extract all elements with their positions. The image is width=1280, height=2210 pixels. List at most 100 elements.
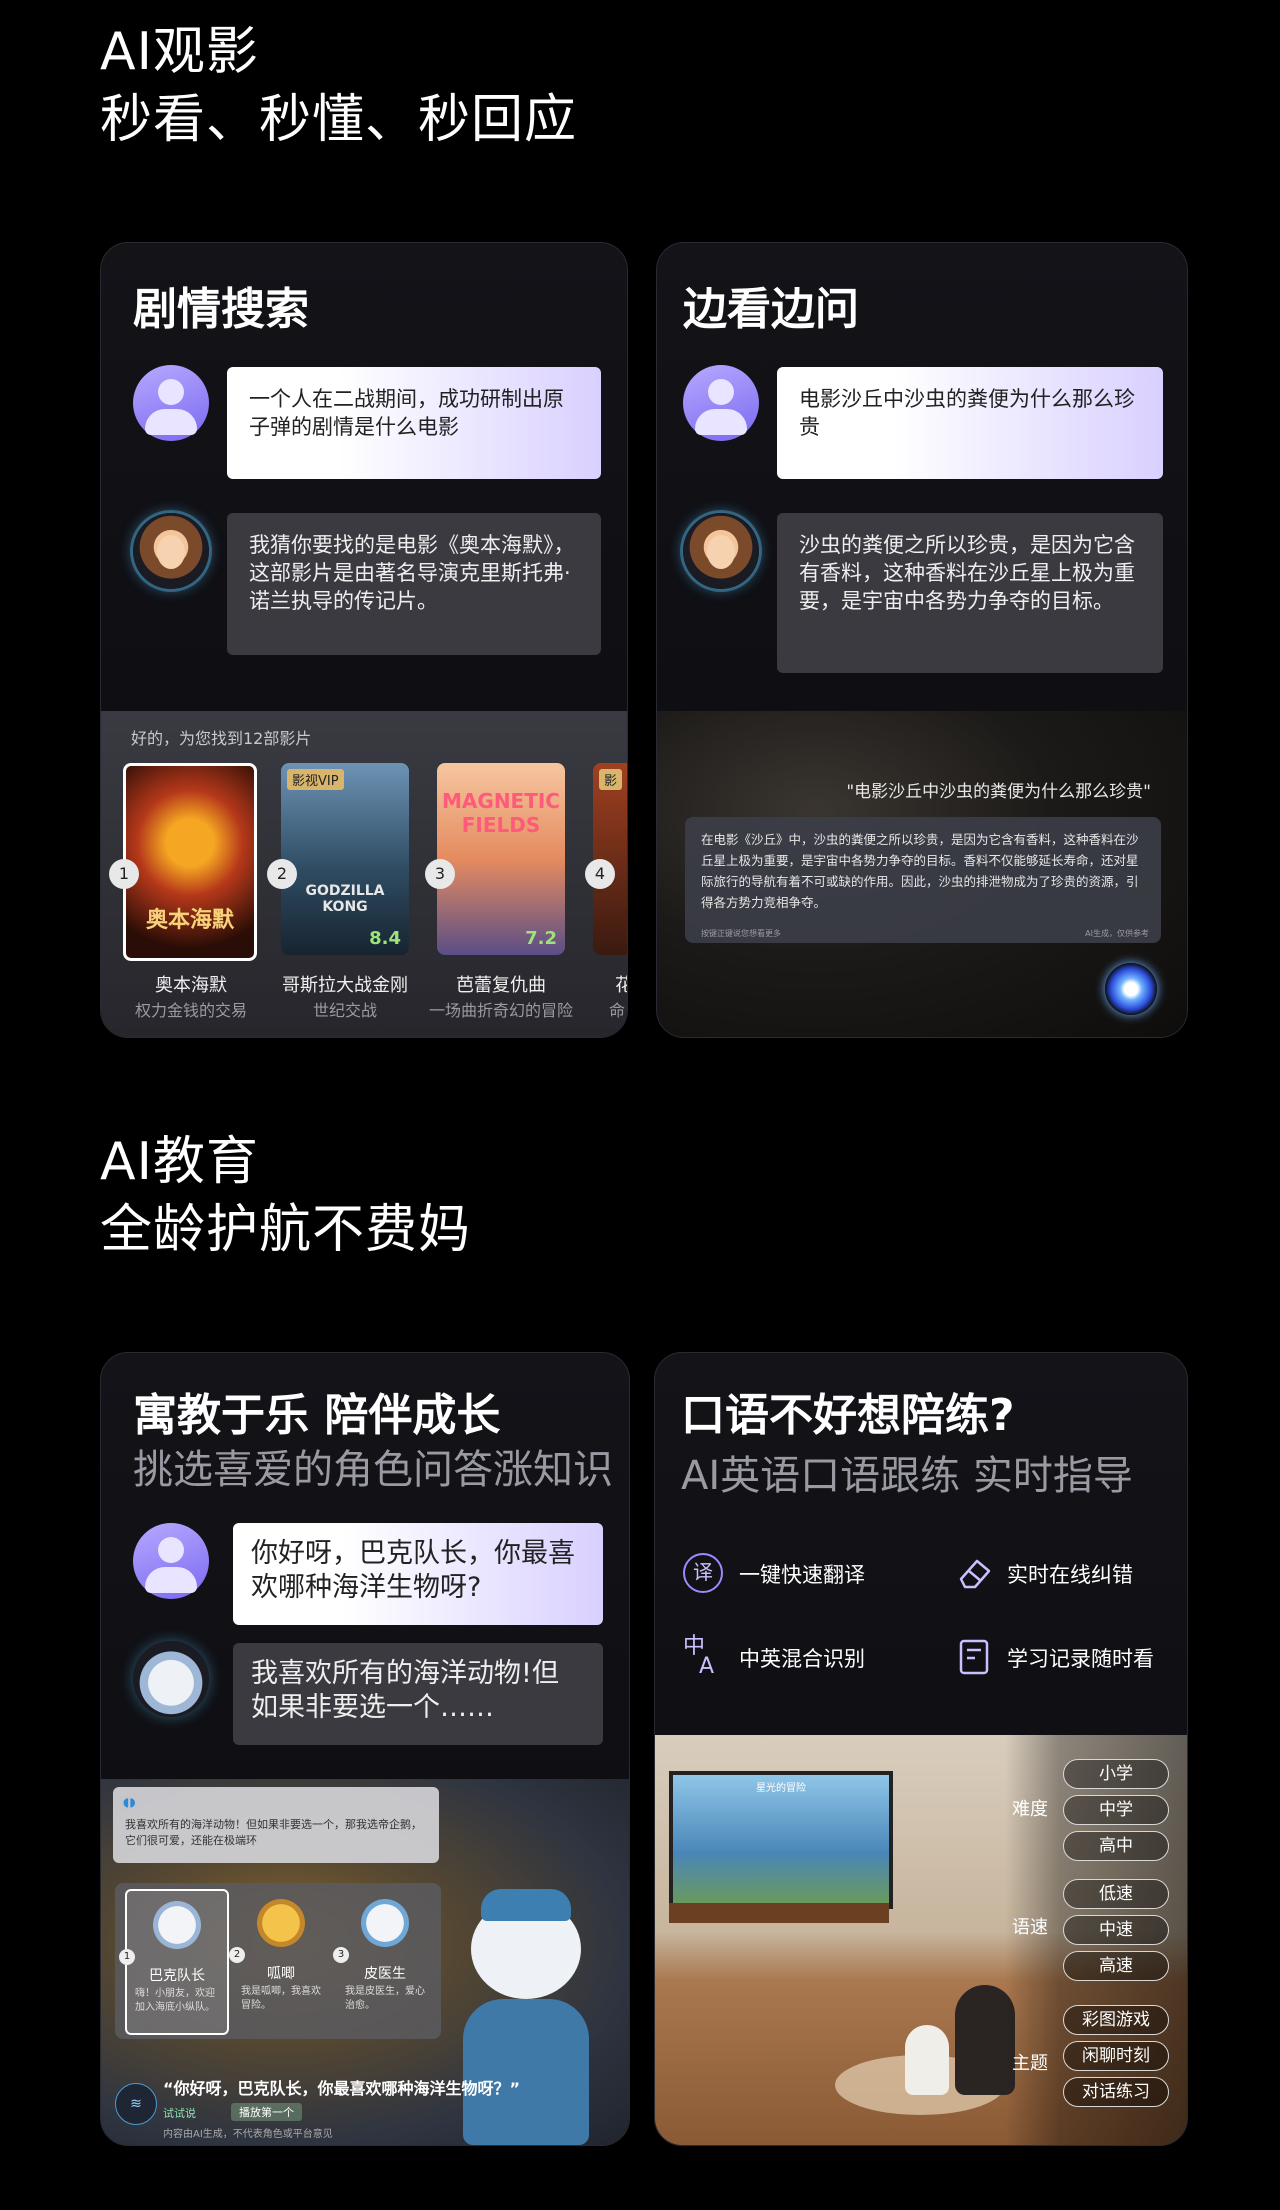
movie-scene-panel: "电影沙丘中沙虫的粪便为什么那么珍贵" 在电影《沙丘》中，沙虫的粪便之所以珍贵，… [657, 711, 1187, 1037]
section-title-line1: AI教育 [100, 1132, 259, 1192]
section-title-ai-education: AI教育 全龄护航不费妈 [100, 1128, 471, 1264]
poster-title-text: MAGNETIC FIELDS [442, 789, 560, 837]
character-avatar [133, 1641, 209, 1717]
user-avatar [133, 365, 209, 441]
ai-avatar [133, 513, 209, 589]
character-option-3[interactable]: 3 皮医生 我是皮医生，爱心治愈。 [333, 1889, 433, 2031]
speed-option-low[interactable]: 低速 [1063, 1879, 1169, 1909]
ai-message-bubble: 我猜你要找的是电影《奥本海默》，这部影片是由著名导演克里斯托弗·诺兰执导的传记片… [227, 513, 601, 655]
ask-while-watching-card: 边看边问 电影沙丘中沙虫的粪便为什么那么珍贵 沙虫的粪便之所以珍贵，是因为它含有… [656, 242, 1188, 1038]
character-number: 1 [119, 1949, 135, 1965]
character-desc: 嗨！小朋友，欢迎加入海底小纵队。 [135, 1988, 215, 2013]
movie-score: 8.4 [369, 928, 401, 949]
theme-option-picture-game[interactable]: 彩图游戏 [1063, 2005, 1169, 2035]
card-subtitle: AI英语口语跟练 实时指导 [681, 1453, 1133, 1499]
ai-message-bubble: 沙虫的粪便之所以珍贵，是因为它含有香料，这种香料在沙丘星上极为重要，是宇宙中各势… [777, 513, 1163, 673]
assistant-orb-icon[interactable] [1105, 963, 1157, 1015]
movie-title: 花 [615, 971, 627, 997]
theme-option-dialogue[interactable]: 对话练习 [1063, 2077, 1169, 2107]
overlay-answer-text: 在电影《沙丘》中，沙虫的粪便之所以珍贵，是因为它含有香料，这种香料在沙丘星上极为… [701, 832, 1139, 910]
movie-subtitle: 一场曲折奇幻的冒险 [428, 1001, 573, 1020]
character-option-2[interactable]: 2 呱唧 我是呱唧，我喜欢冒险。 [229, 1889, 329, 2031]
character-desc: 我是皮医生，爱心治愈。 [345, 1986, 425, 2011]
user-avatar [683, 365, 759, 441]
character-option-1[interactable]: 1 巴克队长 嗨！小朋友，欢迎加入海底小纵队。 [119, 1889, 229, 2035]
try-chip[interactable]: 播放第一个 [231, 2103, 302, 2121]
overlay-query: "电影沙丘中沙虫的粪便为什么那么珍贵" [846, 782, 1151, 802]
card-title: 口语不好想陪练? [681, 1390, 1015, 1441]
difficulty-option-high[interactable]: 高中 [1063, 1831, 1169, 1861]
card-title: 边看边问 [683, 284, 859, 335]
search-result-panel: 好的，为您找到12部影片 奥本海默 1 奥本海默 权力金钱的交易 影视VIP G… [101, 711, 627, 1037]
movie-poster-2[interactable]: 影视VIP GODZILLA KONG 8.4 [281, 763, 409, 955]
character-face [361, 1899, 409, 1947]
movie-title: 奥本海默 [155, 975, 227, 996]
movie-score: 7.2 [525, 928, 557, 949]
caption-text: “你好呀，巴克队长，你最喜欢哪种海洋生物呀？” [163, 2079, 521, 2098]
feature-label: 实时在线纠错 [1007, 1563, 1133, 1587]
ai-message-bubble: 我喜欢所有的海洋动物!但如果非要选一个…… [233, 1643, 603, 1745]
popup-text: 我喜欢所有的海洋动物！但如果非要选一个，那我选帝企鹅，它们很可爱，还能在极端环 [125, 1818, 422, 1847]
user-message-bubble: 一个人在二战期间，成功研制出原子弹的剧情是什么电影 [227, 367, 601, 479]
movie-subtitle: 命 [609, 1001, 626, 1020]
ai-avatar [683, 513, 759, 589]
poster-title-text: 奥本海默 [145, 908, 234, 933]
result-header: 好的，为您找到12部影片 [131, 729, 312, 748]
feature-label: 一键快速翻译 [739, 1563, 865, 1587]
section-title-line2: 全龄护航不费妈 [100, 1200, 472, 1260]
character-picker: 1 巴克队长 嗨！小朋友，欢迎加入海底小纵队。 2 呱唧 我是呱唧，我喜欢冒险。… [115, 1883, 441, 2039]
overlay-footer-right: AI生成，仅供参考 [1085, 929, 1149, 938]
tv-screen-title: 星光的冒险 [756, 1783, 806, 1794]
card-title: 剧情搜索 [133, 284, 309, 335]
try-label: 试试说 [163, 2107, 196, 2120]
child-figure [905, 2025, 949, 2095]
poster-title-text: GODZILLA KONG [305, 883, 385, 915]
movie-poster-1[interactable]: 奥本海默 [123, 763, 257, 961]
feature-label: 学习记录随时看 [1007, 1647, 1154, 1671]
movie-title: 哥斯拉大战金刚 [282, 975, 408, 996]
speed-option-high[interactable]: 高速 [1063, 1951, 1169, 1981]
edu-fun-card: 寓教于乐 陪伴成长 挑选喜爱的角色问答涨知识 你好呀，巴克队长，你最喜欢哪种海洋… [100, 1352, 630, 2146]
movie-title: 芭蕾复仇曲 [456, 975, 546, 996]
section-title-ai-movie: AI观影 秒看、秒懂、秒回应 [100, 18, 577, 154]
polar-bear-character [451, 1879, 601, 2145]
translate-icon: 译 [683, 1553, 723, 1593]
character-number: 2 [229, 1947, 245, 1963]
movie-subtitle: 权力金钱的交易 [134, 1001, 247, 1020]
tv-stand [669, 1903, 889, 1923]
user-message-bubble: 你好呀，巴克队长，你最喜欢哪种海洋生物呀? [233, 1523, 603, 1625]
character-name: 巴克队长 [149, 1968, 205, 1984]
living-room-scene: 星光的冒险 难度 小学 中学 高中 语速 低速 中速 高速 主题 彩图游戏 闲聊… [655, 1735, 1187, 2145]
section-title-line1: AI观影 [100, 22, 259, 82]
character-desc: 我是呱唧，我喜欢冒险。 [241, 1986, 321, 2011]
poster-number-badge: 4 [585, 859, 615, 889]
character-name: 呱唧 [267, 1966, 295, 1982]
difficulty-label: 难度 [1012, 1799, 1048, 1820]
oral-practice-card: 口语不好想陪练? AI英语口语跟练 实时指导 译 一键快速翻译 实时在线纠错 中… [654, 1352, 1188, 2146]
vip-badge: 影 [599, 769, 623, 790]
difficulty-option-primary[interactable]: 小学 [1063, 1759, 1169, 1789]
poster-number-badge: 3 [425, 859, 455, 889]
plot-search-card: 剧情搜索 一个人在二战期间，成功研制出原子弹的剧情是什么电影 我猜你要找的是电影… [100, 242, 628, 1038]
voice-assistant-icon[interactable]: ≋ [115, 2083, 157, 2125]
overlay-footer-left: 按键正键说您想看更多 [701, 929, 781, 938]
speed-label: 语速 [1012, 1917, 1048, 1938]
feature-label: 中英混合识别 [739, 1647, 865, 1671]
user-message-bubble: 电影沙丘中沙虫的粪便为什么那么珍贵 [777, 367, 1163, 479]
theme-option-chat[interactable]: 闲聊时刻 [1063, 2041, 1169, 2071]
popup-bubble: ◖◗ 我喜欢所有的海洋动物！但如果非要选一个，那我选帝企鹅，它们很可爱，还能在极… [113, 1787, 439, 1863]
character-face [153, 1901, 201, 1949]
footer-note: 内容由AI生成，不代表角色或平台意见 [163, 2129, 333, 2140]
overlay-answer-box: 在电影《沙丘》中，沙虫的粪便之所以珍贵，是因为它含有香料，这种香料在沙丘星上极为… [685, 817, 1161, 943]
section-title-line2: 秒看、秒懂、秒回应 [100, 90, 578, 150]
card-title: 寓教于乐 陪伴成长 [133, 1390, 501, 1441]
speed-option-mid[interactable]: 中速 [1063, 1915, 1169, 1945]
difficulty-option-middle[interactable]: 中学 [1063, 1795, 1169, 1825]
poster-number-badge: 2 [267, 859, 297, 889]
record-icon [955, 1637, 995, 1677]
character-number: 3 [333, 1947, 349, 1963]
user-avatar [133, 1523, 209, 1599]
character-name: 皮医生 [364, 1966, 406, 1982]
movie-poster-3[interactable]: MAGNETIC FIELDS 7.2 [437, 763, 565, 955]
poster-number-badge: 1 [109, 859, 139, 889]
